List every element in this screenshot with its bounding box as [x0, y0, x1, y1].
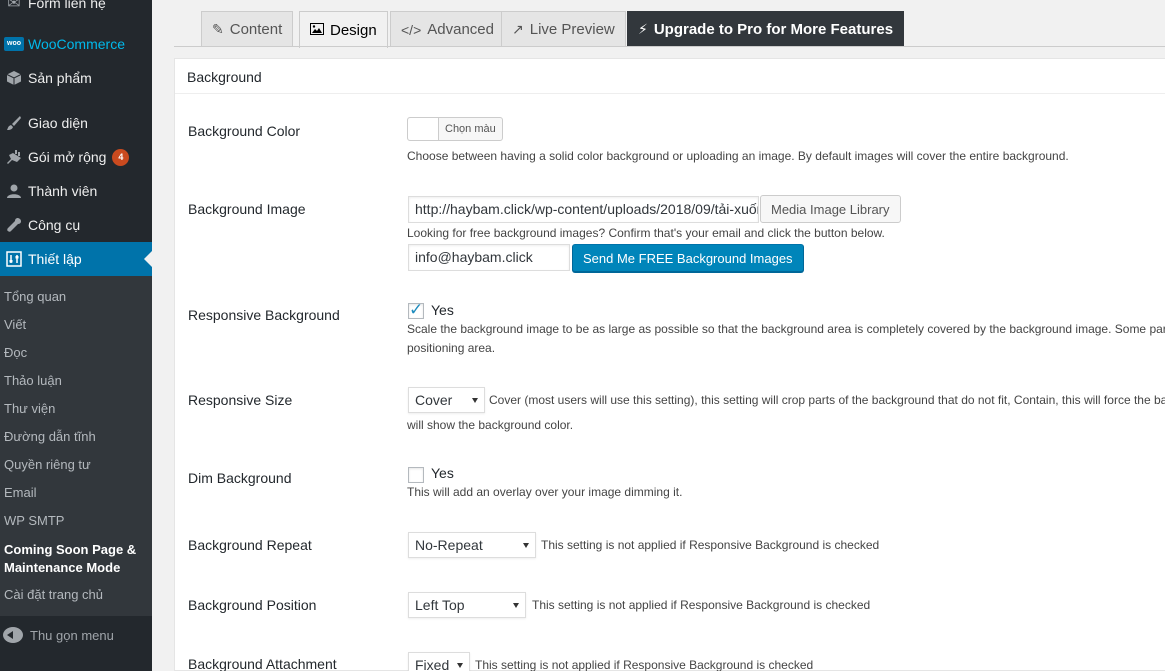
background-position-description: This setting is not applied if Responsiv…	[532, 598, 871, 612]
submenu-item-email[interactable]: Email	[4, 485, 37, 500]
background-color-label: Background Color	[188, 123, 301, 139]
tab-advanced[interactable]: </> Advanced	[390, 11, 505, 47]
admin-sidebar: ✉ Form liên hệ woo WooCommerce Sản phẩm …	[0, 0, 152, 671]
brush-icon	[0, 115, 28, 131]
panel-header: Background	[175, 59, 1165, 94]
responsive-size-select[interactable]: Cover	[408, 387, 485, 413]
design-settings-panel: Background Background Color Chọn màu Cho…	[174, 58, 1165, 671]
woo-icon: woo	[0, 37, 28, 51]
dropdown-caret-icon	[523, 543, 529, 548]
tab-upgrade-pro[interactable]: ⚡ Upgrade to Pro for More Features	[627, 11, 905, 47]
background-position-select[interactable]: Left Top	[408, 592, 526, 618]
submenu-item-homepage-settings[interactable]: Cài đặt trang chủ	[4, 587, 103, 602]
submenu-item-general[interactable]: Tổng quan	[4, 289, 66, 304]
submenu-item-writing[interactable]: Viết	[4, 317, 26, 332]
collapse-menu-button[interactable]: Thu gọn menu	[0, 622, 114, 648]
bolt-icon: ⚡	[638, 21, 648, 37]
sidebar-item-appearance[interactable]: Giao diện	[0, 106, 152, 140]
dim-background-checkbox[interactable]	[408, 467, 424, 483]
responsive-background-checkbox[interactable]: ✓	[408, 300, 424, 319]
background-image-label: Background Image	[188, 201, 306, 217]
background-color-description: Choose between having a solid color back…	[407, 149, 1069, 163]
background-position-label: Background Position	[188, 597, 317, 613]
responsive-background-description: Scale the background image to be as larg…	[407, 322, 1165, 336]
tab-live-preview[interactable]: ↗ Live Preview	[501, 11, 626, 47]
sidebar-item-tools[interactable]: Công cụ	[0, 208, 152, 242]
dropdown-caret-icon	[472, 398, 478, 403]
checkmark-icon: ✓	[409, 300, 424, 319]
active-pointer	[144, 251, 152, 267]
tab-divider	[174, 46, 1165, 47]
color-picker-button[interactable]: Chọn màu	[407, 117, 503, 141]
tab-content[interactable]: ✎ Content	[201, 11, 294, 47]
sidebar-item-products[interactable]: Sản phẩm	[0, 61, 152, 95]
background-attachment-description: This setting is not applied if Responsiv…	[475, 658, 814, 671]
send-free-images-button[interactable]: Send Me FREE Background Images	[572, 244, 804, 272]
responsive-size-description: Cover (most users will use this setting)…	[489, 393, 1165, 407]
background-repeat-description: This setting is not applied if Responsiv…	[541, 538, 880, 552]
submenu-item-media[interactable]: Thư viện	[4, 401, 55, 416]
panel-title: Background	[187, 69, 262, 85]
free-images-text: Looking for free background images? Conf…	[407, 226, 885, 240]
color-swatch	[408, 118, 439, 140]
responsive-size-description-2: will show the background color.	[407, 418, 574, 432]
media-image-library-button[interactable]: Media Image Library	[760, 195, 901, 223]
submenu-item-privacy[interactable]: Quyền riêng tư	[4, 457, 91, 472]
submenu-item-wp-smtp[interactable]: WP SMTP	[4, 513, 64, 528]
mail-icon: ✉	[7, 0, 21, 12]
responsive-size-label: Responsive Size	[188, 392, 293, 408]
background-attachment-select[interactable]: Fixed	[408, 652, 470, 671]
update-count-badge: 4	[112, 148, 130, 166]
sidebar-item-contact-form[interactable]: ✉ Form liên hệ	[0, 0, 152, 20]
dropdown-caret-icon	[457, 663, 463, 668]
background-image-url-input[interactable]: http://haybam.click/wp-content/uploads/2…	[408, 196, 759, 223]
code-icon: </>	[401, 21, 422, 38]
settings-icon	[0, 251, 28, 267]
dim-background-description: This will add an overlay over your image…	[407, 485, 683, 499]
dim-background-label: Dim Background	[188, 470, 292, 486]
settings-submenu: Tổng quan Viết Đọc Thảo luận Thư viện Đư…	[0, 276, 152, 616]
submenu-item-discussion[interactable]: Thảo luận	[4, 373, 62, 388]
external-link-icon: ↗	[512, 21, 524, 37]
tab-design[interactable]: Design	[299, 11, 388, 48]
collapse-arrow-icon	[3, 627, 23, 643]
background-repeat-select[interactable]: No-Repeat	[408, 532, 536, 558]
submenu-item-permalinks[interactable]: Đường dẫn tĩnh	[4, 429, 96, 444]
user-icon	[0, 183, 28, 199]
responsive-background-yes-label: Yes	[431, 302, 454, 318]
sidebar-item-woocommerce[interactable]: woo WooCommerce	[0, 27, 152, 61]
plugin-icon	[0, 149, 28, 165]
sidebar-item-settings[interactable]: Thiết lập	[0, 242, 152, 276]
sidebar-item-plugins[interactable]: Gói mở rộng 4	[0, 140, 152, 174]
dim-background-yes-label: Yes	[431, 465, 454, 481]
image-icon	[310, 22, 324, 38]
sidebar-item-users[interactable]: Thành viên	[0, 174, 152, 208]
background-repeat-label: Background Repeat	[188, 537, 312, 553]
responsive-background-label: Responsive Background	[188, 307, 340, 323]
email-input[interactable]: info@haybam.click	[408, 244, 570, 271]
submenu-item-coming-soon[interactable]: Coming Soon Page & Maintenance Mode	[4, 541, 149, 577]
responsive-background-description-2: positioning area.	[407, 341, 496, 355]
submenu-item-reading[interactable]: Đọc	[4, 345, 27, 360]
edit-icon: ✎	[212, 21, 224, 37]
background-attachment-label: Background Attachment	[188, 656, 337, 671]
wrench-icon	[0, 217, 28, 233]
product-icon	[0, 70, 28, 86]
dropdown-caret-icon	[513, 603, 519, 608]
